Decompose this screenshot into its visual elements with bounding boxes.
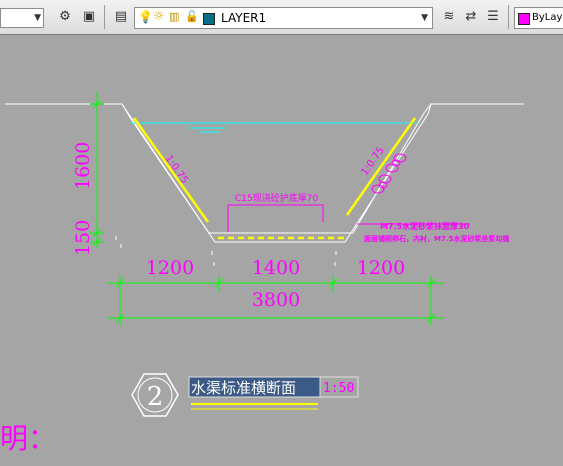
layer-color-swatch [203,13,215,25]
bylayer-color-swatch [518,13,530,25]
bottom-note: C15现浇砼护底厚70 [235,192,318,204]
freeze-icon[interactable]: ▥ [169,10,179,23]
color-combo[interactable]: ByLayer [514,7,563,29]
right-note-2: 面层铺砌卵石，内衬，M7.5水泥砂浆坐浆勾缝 [364,234,509,243]
slope-label-right: 1:0.75 [359,145,386,178]
cad-drawing: 1:0.75 1:0.75 C15现浇砼护底厚70 M7.5水泥砂浆抹面厚30 … [0,92,524,455]
right-note-1: M7.5水泥砂浆抹面厚30 [380,221,470,231]
layer-state-icon[interactable]: ▣ [80,8,98,26]
bottom-note-leader [228,204,324,222]
dim-1200-left: 1200 [146,257,194,279]
style-combo[interactable]: ▼ [0,8,44,28]
drawing-canvas[interactable]: 1:0.75 1:0.75 C15现浇砼护底厚70 M7.5水泥砂浆抹面厚30 … [0,35,563,462]
vertical-dim-150: 150 [72,220,94,256]
chevron-down-icon[interactable]: ▼ [421,13,428,23]
gear-icon[interactable]: ⚙ [56,8,74,26]
lock-icon[interactable]: 🔓 [185,10,199,23]
toolbar-separator [508,5,509,29]
layer-iso-icon[interactable]: ☰ [484,8,502,26]
vertical-dim-1600: 1600 [72,142,94,190]
section-scale: 1:50 [323,381,354,396]
layer-previous-icon[interactable]: ⇄ [462,8,480,26]
chevron-down-icon[interactable]: ▼ [34,13,41,23]
layer-match-icon[interactable]: ≋ [440,8,458,26]
layer-name: LAYER1 [221,11,267,25]
lightbulb-icon[interactable]: 💡 [138,10,153,24]
right-lining [345,117,417,216]
water-level [131,122,418,133]
color-combo-value: ByLayer [532,12,563,23]
corner-note: 明： [0,422,56,455]
sun-icon[interactable]: ☼ [153,9,165,24]
section-title: 水渠标准横断面 [191,379,296,397]
layers-toolbar: ▼ ⚙ ▣ ▤ 💡 ☼ ▥ 🔓 LAYER1 ▼ ≋ ⇄ ☰ ByLayer [0,0,563,35]
dim-1400: 1400 [252,257,300,279]
section-number: 2 [147,382,164,412]
layer-properties-icon[interactable]: ▤ [112,8,130,26]
dim-1200-right: 1200 [357,257,405,279]
layer-combo[interactable]: 💡 ☼ ▥ 🔓 LAYER1 ▼ [134,7,433,29]
toolbar-separator [104,5,105,29]
dim-3800: 3800 [252,289,300,311]
